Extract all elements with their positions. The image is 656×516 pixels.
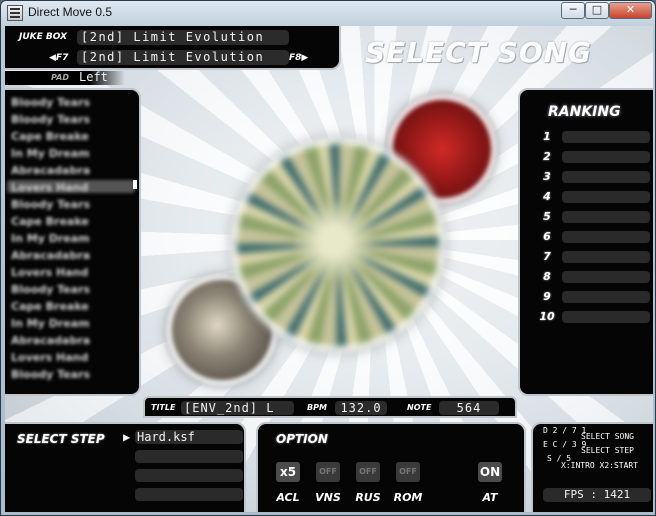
song-list-item[interactable]: In My Dream [11, 317, 90, 330]
song-list-item[interactable]: Lovers Hand [11, 266, 88, 279]
app-icon [7, 5, 23, 21]
rank-entry-bar [562, 231, 650, 243]
title-label: TITLE [151, 403, 176, 412]
rank-entry-bar [562, 251, 650, 263]
window-title: Direct Move 0.5 [28, 5, 113, 19]
prev-key-hint[interactable]: ◀F7 [49, 53, 68, 63]
title-value: [ENV_2nd] L [181, 401, 294, 415]
rank-entry-bar [562, 291, 650, 303]
bpm-label: BPM [307, 403, 327, 412]
song-list-cursor [133, 180, 137, 189]
select-step-arrow: ▶ [123, 430, 131, 444]
select-step-label: SELECT STEP [17, 432, 105, 446]
song-list-item[interactable]: In My Dream [11, 232, 90, 245]
song-list-item[interactable]: Abracadabra [11, 249, 90, 262]
rom-toggle[interactable]: OFF [396, 462, 420, 482]
rank-number: 4 [543, 190, 551, 203]
step-slot-2[interactable] [135, 450, 243, 463]
song-list-item[interactable]: Bloody Tears [11, 198, 90, 211]
song-info-bar: TITLE [ENV_2nd] L BPM 132.0 NOTE 564 [143, 396, 517, 418]
song-list-item[interactable]: Cape Breake [11, 300, 89, 313]
acl-label: ACL [276, 491, 300, 504]
rus-label: RUS [355, 491, 381, 504]
pad-strip: PAD Left [5, 70, 125, 85]
rank-number: 3 [543, 170, 551, 183]
rus-toggle[interactable]: OFF [356, 462, 380, 482]
song-list-item[interactable]: Cape Breake [11, 130, 89, 143]
pad-label: PAD [51, 73, 69, 82]
jukebox-panel: JUKE BOX [2nd] Limit Evolution ◀F7 [2nd]… [5, 26, 341, 70]
maximize-button[interactable]: □ [585, 2, 609, 19]
rank-entry-bar [562, 191, 650, 203]
rank-number: 7 [543, 250, 551, 263]
rank-number: 6 [543, 230, 551, 243]
current-song-disc[interactable] [231, 138, 445, 352]
rank-entry-bar [562, 311, 650, 323]
current-song-value[interactable]: [2nd] Limit Evolution [77, 50, 289, 65]
song-list-item[interactable]: Lovers Hand [11, 351, 88, 364]
jukebox-label: JUKE BOX [19, 32, 68, 42]
bpm-value: 132.0 [335, 401, 387, 415]
next-key-hint[interactable]: F8▶ [289, 53, 308, 63]
song-list[interactable]: Bloody Tears Bloody Tears Cape Breake In My… [5, 88, 141, 396]
song-list-item[interactable]: Cape Breake [11, 215, 89, 228]
status-panel: D 2 / 7 1 E C / 3 9 S / 5 SELECT SONG SE… [531, 422, 653, 512]
rank-number: 10 [539, 310, 555, 323]
ranking-panel: RANKING 1 2 3 4 5 6 7 8 9 10 [518, 88, 653, 396]
pad-value[interactable]: Left [79, 70, 108, 84]
hint-keys: X:INTRO X2:START [561, 461, 639, 470]
step-slot-3[interactable] [135, 469, 243, 482]
status-line-2: E C / 3 9 [543, 440, 587, 449]
at-label: AT [482, 491, 498, 504]
song-list-item[interactable]: Bloody Tears [11, 113, 90, 126]
hint-select-step: SELECT STEP [581, 446, 634, 455]
hint-select-song: SELECT SONG [581, 432, 634, 441]
option-label: OPTION [276, 432, 328, 446]
step-file-value[interactable]: Hard.ksf [135, 430, 243, 444]
auto-toggle[interactable]: ON [478, 462, 502, 482]
screen-title: SELECT SONG [365, 36, 593, 69]
rank-number: 1 [543, 130, 551, 143]
vns-toggle[interactable]: OFF [316, 462, 340, 482]
note-label: NOTE [407, 403, 432, 412]
fps-counter: FPS : 1421 [543, 488, 651, 502]
minimize-button[interactable]: ─ [561, 2, 585, 19]
rank-number: 8 [543, 270, 551, 283]
rank-number: 9 [543, 290, 551, 303]
speed-button[interactable]: x5 [276, 462, 300, 482]
song-list-item[interactable]: In My Dream [11, 147, 90, 160]
close-button[interactable]: ✕ [609, 2, 652, 19]
vns-label: VNS [315, 491, 341, 504]
game-screen: JUKE BOX [2nd] Limit Evolution ◀F7 [2nd]… [5, 26, 653, 512]
jukebox-value[interactable]: [2nd] Limit Evolution [77, 30, 289, 45]
rank-entry-bar [562, 131, 650, 143]
ranking-title: RANKING [548, 104, 621, 120]
app-window: Direct Move 0.5 ─ □ ✕ JUKE BOX [2nd] Lim… [0, 0, 656, 516]
song-list-item[interactable]: Bloody Tears [11, 283, 90, 296]
song-list-item[interactable]: Abracadabra [11, 334, 90, 347]
song-list-item[interactable]: Bloody Tears [11, 96, 90, 109]
status-line-1: D 2 / 7 1 [543, 426, 587, 435]
song-list-item[interactable]: Lovers Hand [11, 181, 88, 194]
option-panel: OPTION x5 OFF OFF OFF ON ACL VNS RUS ROM… [256, 422, 526, 512]
select-step-panel: SELECT STEP ▶ Hard.ksf [5, 422, 246, 512]
step-slot-4[interactable] [135, 488, 243, 501]
song-list-item[interactable]: Bloody Tears [11, 368, 90, 381]
rank-number: 2 [543, 150, 551, 163]
title-bar[interactable]: Direct Move 0.5 ─ □ ✕ [1, 1, 656, 25]
rom-label: ROM [393, 491, 423, 504]
note-value: 564 [439, 401, 499, 415]
rank-number: 5 [543, 210, 551, 223]
rank-entry-bar [562, 151, 650, 163]
song-list-item[interactable]: Abracadabra [11, 164, 90, 177]
rank-entry-bar [562, 271, 650, 283]
rank-entry-bar [562, 211, 650, 223]
rank-entry-bar [562, 171, 650, 183]
